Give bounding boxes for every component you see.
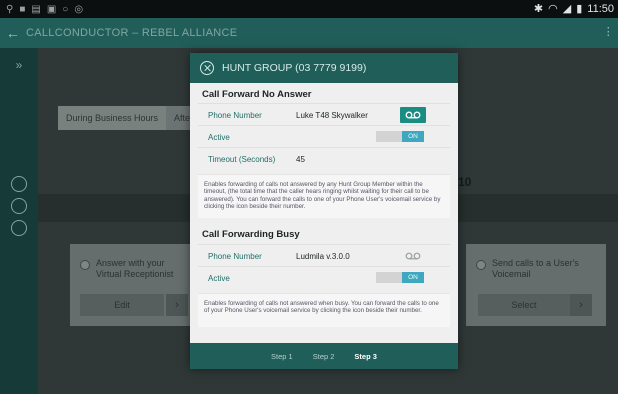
battery-icon: ▮ [576,3,583,15]
background-tabs: During Business Hours After H [58,106,211,130]
location-icon: ⚲ [6,3,14,15]
side-rail: » [0,48,38,394]
overflow-icon[interactable]: ⋮ [603,25,614,38]
step-navigation: Step 1 Step 2 Step 3 [190,343,458,369]
notes-icon: ▤ [31,3,41,15]
background-count: 10 [458,175,472,189]
phone-number-label: Phone Number [208,252,262,261]
busy-active-row: Active ON [198,266,450,288]
mail-icon: ▣ [46,3,57,15]
busy-phone-row: Phone Number Ludmila v.3.0.0 [198,244,450,266]
wifi-icon: ◠ [548,3,558,15]
user-voicemail-radio[interactable] [476,260,486,270]
no-answer-description: Enables forwarding of calls not answered… [198,174,450,218]
step-3[interactable]: Step 3 [354,352,377,361]
active-toggle[interactable]: ON [376,272,424,283]
active-label: Active [208,274,230,283]
edit-button[interactable]: Edit [80,294,164,316]
dialog-title: HUNT GROUP (03 7779 9199) [222,62,367,74]
timeout-label: Timeout (Seconds) [208,155,276,164]
busy-heading: Call Forwarding Busy [202,229,300,240]
status-bar: ⚲ ■ ▤ ▣ ○ ◎ ✱ ◠ ◢ ▮ 11:50 [0,0,618,18]
headset-icon: ◎ [74,3,84,15]
no-answer-heading: Call Forward No Answer [202,89,312,100]
list-icon[interactable] [11,220,27,236]
select-button[interactable]: Select [478,294,570,316]
dialog-body: Call Forward No Answer Phone Number Luke… [190,83,458,337]
toggle-on-state: ON [402,131,424,142]
expand-rail-icon[interactable]: » [0,58,38,72]
phone-icon[interactable] [11,176,27,192]
close-icon[interactable] [200,61,214,75]
hunt-group-dialog: HUNT GROUP (03 7779 9199) Call Forward N… [190,53,458,369]
notification-icons: ⚲ ■ ▤ ▣ ○ ◎ [0,4,83,15]
app-bar: ← CALLCONDUCTOR – REBEL ALLIANCE ⋮ [0,18,618,48]
active-label: Active [208,133,230,142]
step-2[interactable]: Step 2 [313,352,335,361]
active-toggle[interactable]: ON [376,131,424,142]
toggle-on-state: ON [402,272,424,283]
user-icon[interactable] [11,198,27,214]
timeout-value[interactable]: 45 [296,155,305,164]
user-voicemail-card[interactable]: Send calls to a User's Voicemail Select … [466,244,606,326]
user-voicemail-label: Send calls to a User's Voicemail [492,258,579,279]
busy-description: Enables forwarding of calls not answered… [198,293,450,327]
clock: 11:50 [587,2,614,15]
phone-number-value[interactable]: Ludmila v.3.0.0 [296,252,350,261]
system-icons: ✱ ◠ ◢ ▮ 11:50 [533,2,614,16]
dialog-header: HUNT GROUP (03 7779 9199) [190,53,458,83]
voicemail-button[interactable] [400,107,426,123]
breadcrumb: CALLCONDUCTOR – REBEL ALLIANCE [26,27,238,39]
voicemail-icon [405,252,421,260]
phone-number-value[interactable]: Luke T48 Skywalker [296,111,368,120]
virtual-receptionist-radio[interactable] [80,260,90,270]
bluetooth-icon: ✱ [533,3,544,15]
step-1[interactable]: Step 1 [271,352,293,361]
back-arrow-icon[interactable]: ← [0,25,26,41]
virtual-receptionist-label: Answer with your Virtual Receptionist [96,258,174,279]
no-answer-active-row: Active ON [198,125,450,147]
no-answer-phone-row: Phone Number Luke T48 Skywalker [198,103,450,125]
phone-number-label: Phone Number [208,111,262,120]
timeout-row: Timeout (Seconds) 45 [198,147,450,169]
virtual-receptionist-card[interactable]: Answer with your Virtual Receptionist Ed… [70,244,190,326]
voicemail-icon [405,111,421,119]
tab-business-hours[interactable]: During Business Hours [58,106,167,130]
chevron-right-icon[interactable]: › [166,294,188,316]
signal-icon: ◢ [562,3,572,15]
circle-icon: ○ [62,3,69,15]
chevron-right-icon[interactable]: › [570,294,592,316]
image-icon: ■ [19,3,26,15]
voicemail-button[interactable] [400,248,426,264]
